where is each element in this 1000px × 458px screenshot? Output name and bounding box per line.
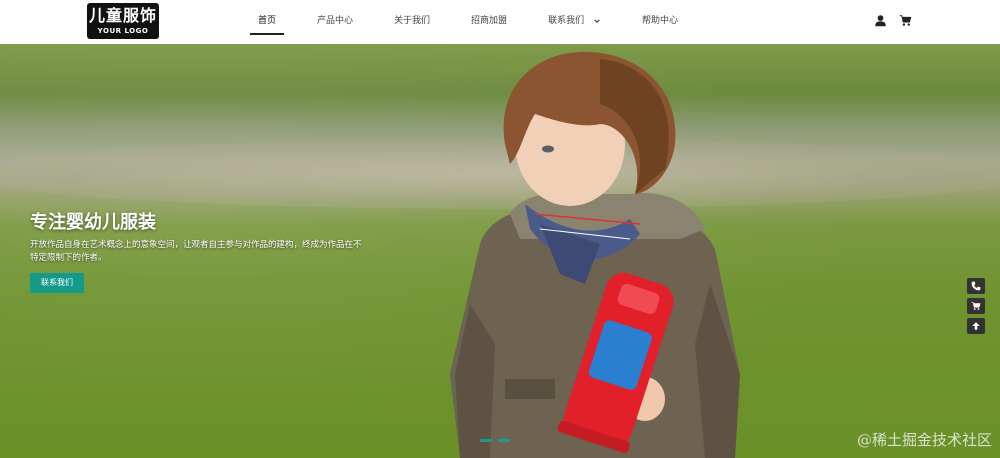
logo[interactable]: 儿童服饰 YOUR LOGO	[87, 3, 159, 39]
nav-item-about[interactable]: 关于我们	[386, 0, 438, 44]
nav-item-contact-label: 联系我们	[548, 16, 585, 26]
main-nav: 首页 产品中心 关于我们 招商加盟 联系我们 帮助中心	[250, 0, 711, 44]
contact-us-button[interactable]: 联系我们	[30, 273, 84, 293]
side-phone-button[interactable]	[967, 278, 985, 294]
slide-dot[interactable]	[498, 439, 510, 442]
logo-title: 儿童服饰	[88, 6, 157, 25]
cart-icon	[971, 301, 981, 310]
hero-description: 开放作品自身在艺术概念上的意象空间，让观者自主参与对作品的建构，终成为作品在不特…	[30, 240, 362, 263]
user-icon[interactable]	[874, 14, 887, 27]
nav-item-help[interactable]: 帮助中心	[634, 0, 686, 44]
chevron-down-icon	[594, 18, 600, 23]
header-icons	[874, 14, 912, 27]
hero-title: 专注婴幼儿服装	[30, 212, 156, 233]
side-cart-button[interactable]	[967, 298, 985, 314]
arrow-up-icon	[972, 322, 980, 330]
watermark: @稀土掘金技术社区	[856, 431, 992, 449]
hero-child-photo	[450, 51, 740, 458]
slide-dot[interactable]	[480, 439, 492, 442]
phone-icon	[971, 281, 981, 291]
side-toolbar	[967, 278, 985, 334]
nav-item-contact[interactable]: 联系我们	[540, 0, 609, 44]
site-header: 儿童服饰 YOUR LOGO 首页 产品中心 关于我们 招商加盟 联系我们 帮助…	[0, 0, 1000, 44]
side-back-to-top-button[interactable]	[967, 318, 985, 334]
logo-subtitle: YOUR LOGO	[97, 27, 149, 35]
hero-banner: 专注婴幼儿服装 开放作品自身在艺术概念上的意象空间，让观者自主参与对作品的建构，…	[0, 44, 1000, 458]
cart-icon[interactable]	[899, 14, 912, 27]
nav-item-products[interactable]: 产品中心	[309, 0, 361, 44]
slide-indicators	[480, 439, 510, 442]
nav-item-home[interactable]: 首页	[250, 0, 285, 44]
nav-item-franchise[interactable]: 招商加盟	[463, 0, 515, 44]
